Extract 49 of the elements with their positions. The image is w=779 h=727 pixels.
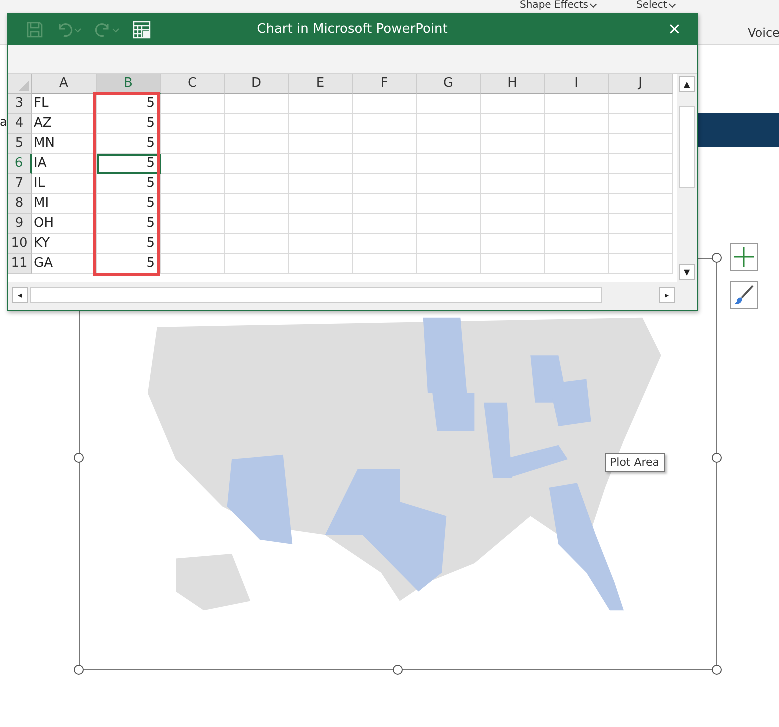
column-header[interactable]: F — [353, 74, 417, 94]
table-cell[interactable]: 5 — [97, 114, 161, 134]
table-cell[interactable]: 5 — [97, 234, 161, 254]
table-cell[interactable]: 5 — [97, 154, 161, 174]
row-header[interactable]: 5 — [8, 134, 32, 154]
tooltip: Plot Area — [605, 453, 665, 472]
column-header[interactable]: I — [545, 74, 609, 94]
group-label: Voice — [748, 26, 779, 40]
column-header[interactable]: B — [97, 74, 161, 94]
table-cell[interactable]: MN — [32, 134, 97, 154]
column-header[interactable]: E — [289, 74, 353, 94]
scroll-left-button[interactable]: ◂ — [12, 287, 28, 303]
table-cell[interactable]: 5 — [97, 194, 161, 214]
row-header[interactable]: 3 — [8, 94, 32, 114]
table-cell[interactable]: OH — [32, 214, 97, 234]
table-cell[interactable]: 5 — [97, 94, 161, 114]
vertical-scrollbar[interactable]: ▲ ▼ — [677, 74, 697, 282]
table-cell[interactable]: 5 — [97, 254, 161, 274]
scroll-down-button[interactable]: ▼ — [679, 264, 696, 280]
column-header[interactable]: J — [609, 74, 673, 94]
table-cell[interactable]: IL — [32, 174, 97, 194]
row-header[interactable]: 4 — [8, 114, 32, 134]
row-header[interactable]: 9 — [8, 214, 32, 234]
column-header[interactable]: G — [417, 74, 481, 94]
table-cell[interactable]: AZ — [32, 114, 97, 134]
table-cell[interactable]: FL — [32, 94, 97, 114]
column-header[interactable]: A — [32, 74, 97, 94]
scroll-right-button[interactable]: ▸ — [659, 287, 675, 303]
row-header[interactable]: 6 — [8, 154, 32, 174]
table-cell[interactable]: GA — [32, 254, 97, 274]
ribbon-button[interactable]: Select — [636, 0, 676, 12]
scroll-up-button[interactable]: ▲ — [679, 76, 696, 92]
table-cell[interactable]: MI — [32, 194, 97, 214]
row-header[interactable]: 7 — [8, 174, 32, 194]
column-header[interactable]: C — [161, 74, 225, 94]
column-header[interactable]: H — [481, 74, 545, 94]
table-cell[interactable]: 5 — [97, 174, 161, 194]
close-button[interactable]: ✕ — [662, 18, 687, 42]
table-cell[interactable]: 5 — [97, 214, 161, 234]
row-header[interactable]: 11 — [8, 254, 32, 274]
row-header[interactable]: 8 — [8, 194, 32, 214]
ribbon-button[interactable]: Shape Effects — [520, 0, 596, 12]
column-header[interactable]: D — [225, 74, 289, 94]
table-cell[interactable]: KY — [32, 234, 97, 254]
window-title: Chart in Microsoft PowerPoint — [257, 22, 448, 37]
slide-text: a — [0, 115, 8, 129]
table-cell[interactable]: IA — [32, 154, 97, 174]
row-header[interactable]: 10 — [8, 234, 32, 254]
table-cell[interactable]: 5 — [97, 134, 161, 154]
